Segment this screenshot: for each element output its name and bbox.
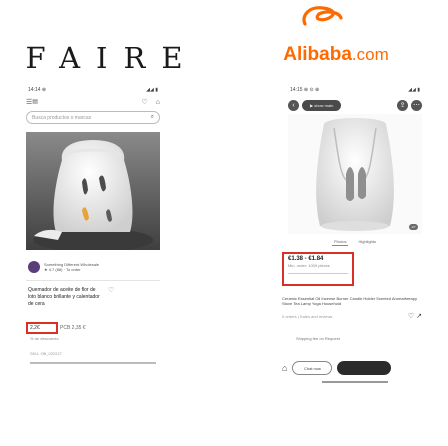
alibaba-swoosh-icon: [302, 6, 343, 26]
bag-icon[interactable]: ⌂: [156, 99, 160, 106]
home-indicator: [322, 381, 388, 383]
price-tiers: €1.38 - €1.84 Min. order: 1000 pieces: [282, 252, 422, 290]
product-title: Ceramic Essential Oil Incense Burner Can…: [282, 296, 417, 306]
home-indicator: [30, 362, 156, 364]
comparison-screenshot: FAIRE Alibaba.com 14:14 ⊕ ◢◢ ▮ ☰ ▤ ♡ ⌂ B…: [0, 0, 448, 446]
seller-avatar: [28, 261, 40, 273]
product-meta: 0 orders | Sales and reviews ♡ ↗: [282, 312, 422, 320]
status-signal: ◢◢ ▮: [408, 87, 420, 93]
alibaba-phone-screen: 14:15 ⊕ ⊙ ⊕ ◢◢ ▮ ‹ ▶ show main ⇪ ⋯ 1/7 P…: [282, 84, 428, 434]
alibaba-domain: .com: [351, 45, 389, 64]
status-time: 14:15 ⊕ ⊙ ⊕: [290, 87, 320, 93]
seller-rating: ★ 4.7 (88) · To order: [44, 267, 81, 272]
price-range: €1.38 - €1.84: [288, 256, 324, 262]
start-order-button[interactable]: [337, 361, 392, 375]
store-icon[interactable]: ⌂: [282, 363, 287, 373]
status-bar: 14:15 ⊕ ⊙ ⊕ ◢◢ ▮: [282, 84, 428, 96]
oil-burner-image: [288, 114, 422, 234]
show-main-button[interactable]: ▶ show main: [302, 99, 342, 111]
price-row: 2,2€ PCB 2,35 €: [26, 322, 166, 334]
alibaba-wordmark: Alibaba.com: [224, 44, 448, 66]
favorite-icon[interactable]: ♡: [108, 287, 114, 294]
discount-note: % de descuento: [30, 336, 59, 341]
tab-highlights[interactable]: Highlights: [356, 238, 378, 246]
price-highlight: 2,2€: [26, 322, 58, 334]
chat-now-button[interactable]: Chat now: [292, 361, 333, 375]
top-nav: ☰ ▤ ♡ ⌂: [20, 96, 166, 108]
alibaba-name: Alibaba: [283, 44, 352, 65]
alibaba-logo: Alibaba.com: [224, 0, 448, 78]
chat-now-label: Chat now: [303, 365, 321, 371]
search-placeholder: Busca productos o marcas: [32, 114, 92, 121]
back-icon[interactable]: ‹: [288, 99, 299, 111]
seller-info: Something Different Wholesale ★ 4.7 (88)…: [44, 262, 99, 272]
favorite-icon[interactable]: ♡ ↗: [408, 312, 422, 320]
share-icon[interactable]: ⇪: [397, 99, 408, 111]
more-icon[interactable]: ⋯: [411, 99, 422, 111]
price-value: 2,2€: [30, 325, 40, 331]
status-time: 14:14 ⊕: [28, 87, 47, 93]
image-counter: 1/7: [409, 224, 418, 230]
oil-burner-image: [26, 132, 160, 250]
product-image[interactable]: 1/7: [288, 114, 422, 234]
seller-row[interactable]: Something Different Wholesale ★ 4.7 (88)…: [28, 260, 160, 274]
product-title-text: Quemador de aceite de flor de loto blanc…: [28, 287, 100, 307]
faire-logo: FAIRE: [0, 38, 224, 78]
action-bar: ⌂ Chat now: [282, 361, 422, 375]
tab-photos[interactable]: Photos: [331, 238, 349, 246]
min-order: Min. order: 1000 pieces: [288, 263, 330, 268]
media-tabs: Photos Highlights: [282, 238, 428, 246]
status-bar: 14:14 ⊕ ◢◢ ▮: [20, 84, 166, 96]
product-title: Quemador de aceite de flor de loto blanc…: [28, 287, 114, 308]
product-image[interactable]: [26, 132, 160, 250]
shipping-note: Shipping fee on Request: [296, 336, 340, 341]
heart-icon[interactable]: ♡: [141, 99, 147, 106]
tier-divider: [288, 273, 348, 274]
store-icon[interactable]: ▤: [32, 99, 38, 106]
price-highlight: €1.38 - €1.84 Min. order: 1000 pieces: [282, 252, 354, 286]
sales-reviews[interactable]: 0 orders | Sales and reviews: [282, 314, 332, 319]
search-icon: ⌕: [150, 114, 154, 120]
sku-label: SKU: OB_032227: [30, 351, 62, 356]
search-input[interactable]: Busca productos o marcas ⌕: [26, 111, 160, 124]
faire-phone-screen: 14:14 ⊕ ◢◢ ▮ ☰ ▤ ♡ ⌂ Busca productos o m…: [20, 84, 166, 434]
divider: [26, 280, 160, 281]
top-nav: ‹ ▶ show main ⇪ ⋯: [282, 96, 428, 114]
price-retail: PCB 2,35 €: [60, 325, 86, 331]
faire-wordmark: FAIRE: [25, 41, 199, 75]
status-signal: ◢◢ ▮: [146, 87, 158, 93]
